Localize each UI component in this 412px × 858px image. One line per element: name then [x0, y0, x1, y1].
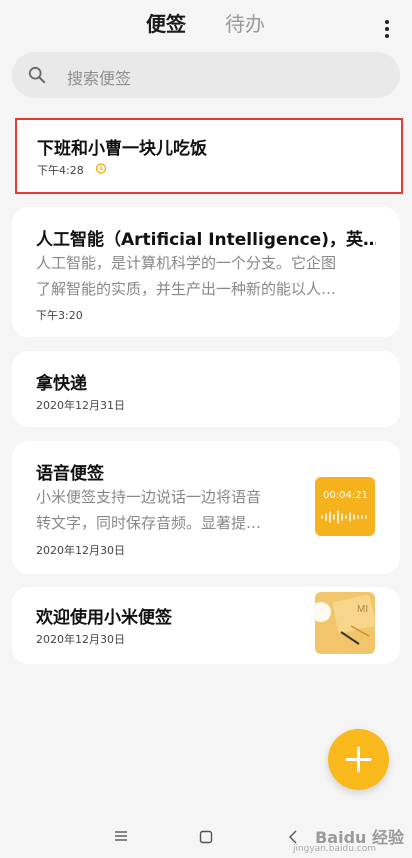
- more-vertical-icon[interactable]: [380, 20, 394, 40]
- note-title: 下班和小曹一块儿吃饭: [37, 139, 207, 159]
- add-note-button[interactable]: [328, 729, 389, 790]
- note-date: 下午4:28: [37, 164, 84, 177]
- home-square-icon[interactable]: [199, 830, 213, 844]
- search-input[interactable]: 搜索便签: [67, 65, 131, 89]
- note-date: 2020年12月30日: [36, 544, 125, 557]
- image-thumbnail: MI: [315, 592, 375, 654]
- watermark-url: jingyan.baidu.com: [292, 844, 376, 854]
- tab-notes[interactable]: 便签: [146, 8, 186, 37]
- waveform-icon: [321, 510, 367, 524]
- note-card[interactable]: 人工智能（Artificial Intelligence)，英… 人工智能，是计…: [12, 207, 400, 337]
- audio-duration: 00:04:21: [323, 490, 368, 501]
- alarm-clock-icon: [95, 163, 107, 174]
- note-card[interactable]: 语音便签 小米便签支持一边说话一边将语音 转文字，同时保存音频。显著提… 202…: [12, 441, 400, 574]
- header-tabs: 便签 待办: [0, 8, 412, 38]
- note-card[interactable]: 欢迎使用小米便签 2020年12月30日 MI: [12, 587, 400, 664]
- note-card[interactable]: 下班和小曹一块儿吃饭 下午4:28: [15, 118, 403, 194]
- tab-todo[interactable]: 待办: [225, 8, 265, 37]
- audio-thumbnail: 00:04:21: [315, 477, 375, 536]
- back-icon[interactable]: [288, 830, 298, 844]
- note-title: 人工智能（Artificial Intelligence)，英…: [36, 230, 376, 250]
- note-body-line: 小米便签支持一边说话一边将语音: [36, 488, 262, 506]
- note-body-line: 人工智能，是计算机科学的一个分支。它企图: [36, 254, 337, 272]
- search-icon: [28, 66, 46, 84]
- note-card[interactable]: 拿快递 2020年12月31日: [12, 351, 400, 427]
- plus-icon: [345, 746, 372, 773]
- note-body-line: 转文字，同时保存音频。显著提…: [36, 514, 262, 532]
- system-navbar: Baidu 经验 jingyan.baidu.com: [0, 814, 412, 858]
- note-date: 下午3:20: [36, 309, 83, 322]
- note-date: 2020年12月30日: [36, 633, 125, 646]
- note-body-line: 了解智能的实质，并生产出一种新的能以人…: [36, 280, 337, 298]
- menu-icon[interactable]: [114, 830, 128, 842]
- thumbnail-label: MI: [357, 604, 368, 615]
- note-title: 欢迎使用小米便签: [36, 608, 172, 628]
- search-bar[interactable]: 搜索便签: [12, 52, 400, 98]
- note-date: 2020年12月31日: [36, 399, 125, 412]
- note-title: 语音便签: [36, 464, 104, 484]
- note-title: 拿快递: [36, 374, 87, 394]
